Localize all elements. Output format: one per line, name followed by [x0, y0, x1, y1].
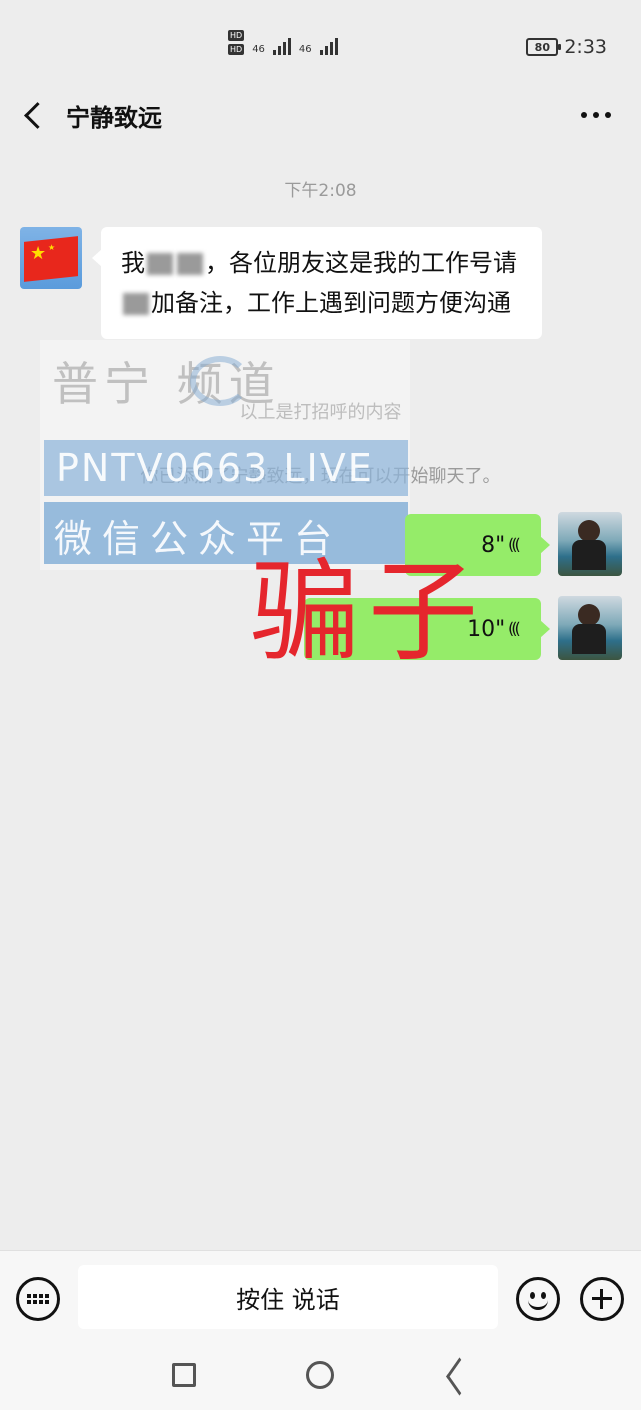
blurred-text [123, 293, 149, 315]
voice-wave-icon: ))) [511, 535, 521, 555]
scam-overlay-label: 骗子 [250, 548, 486, 676]
network-type: 46 [298, 44, 312, 55]
blurred-text [147, 253, 173, 275]
hd-badge: HD [228, 30, 245, 41]
my-avatar[interactable] [558, 512, 622, 576]
blurred-text [177, 253, 203, 275]
hd-badge: HD [228, 44, 245, 55]
chat-area[interactable]: 下午2:08 ★ ★ 我 ，各位朋友这是我的工作号请加备注，工作上遇到问题方便沟通… [0, 140, 641, 1250]
battery-icon: 80 [526, 38, 562, 56]
my-avatar[interactable] [558, 596, 622, 660]
more-dots-icon[interactable] [581, 112, 611, 118]
network-type: 46 [252, 44, 265, 55]
voice-wave-icon: ))) [511, 619, 521, 639]
message-timestamp: 下午2:08 [284, 181, 357, 201]
chevron-left-icon[interactable] [20, 98, 50, 132]
watermark-band: PNTV0663 LIVE [44, 440, 408, 496]
chat-header: 宁静致远 [0, 90, 641, 140]
clock: 2:33 [564, 36, 607, 58]
watermark-code: PNTV0663 LIVE [56, 446, 374, 490]
emoji-icon[interactable] [516, 1277, 560, 1321]
plus-icon[interactable] [580, 1277, 624, 1321]
back-triangle-icon[interactable] [444, 1360, 474, 1390]
contact-avatar[interactable]: ★ ★ [20, 227, 82, 289]
signal-icon [272, 37, 291, 55]
chat-title: 宁静致远 [66, 104, 162, 132]
hold-to-talk-button[interactable]: 按住 说话 [78, 1265, 498, 1329]
home-icon[interactable] [306, 1361, 334, 1389]
system-nav-bar [0, 1345, 641, 1410]
channel-logo-icon [190, 356, 250, 406]
incoming-message-bubble[interactable]: 我 ，各位朋友这是我的工作号请加备注，工作上遇到问题方便沟通 [92, 227, 542, 339]
star-icon: ★ [48, 243, 56, 252]
status-bar: HD HD 46 46 80 2:33 [0, 0, 641, 90]
network-indicators: HD HD 46 46 [228, 30, 338, 55]
message-text: ，各位朋友这是我的工作号请 [205, 249, 517, 277]
input-bar: 按住 说话 [0, 1250, 641, 1345]
recent-apps-icon[interactable] [172, 1363, 196, 1387]
message-text: 我 [121, 249, 145, 277]
keyboard-icon[interactable] [16, 1277, 60, 1321]
battery-level: 80 [534, 40, 550, 54]
star-icon: ★ [30, 243, 47, 264]
message-text: 加备注，工作上遇到问题方便沟通 [151, 289, 511, 317]
signal-icon [319, 37, 338, 55]
